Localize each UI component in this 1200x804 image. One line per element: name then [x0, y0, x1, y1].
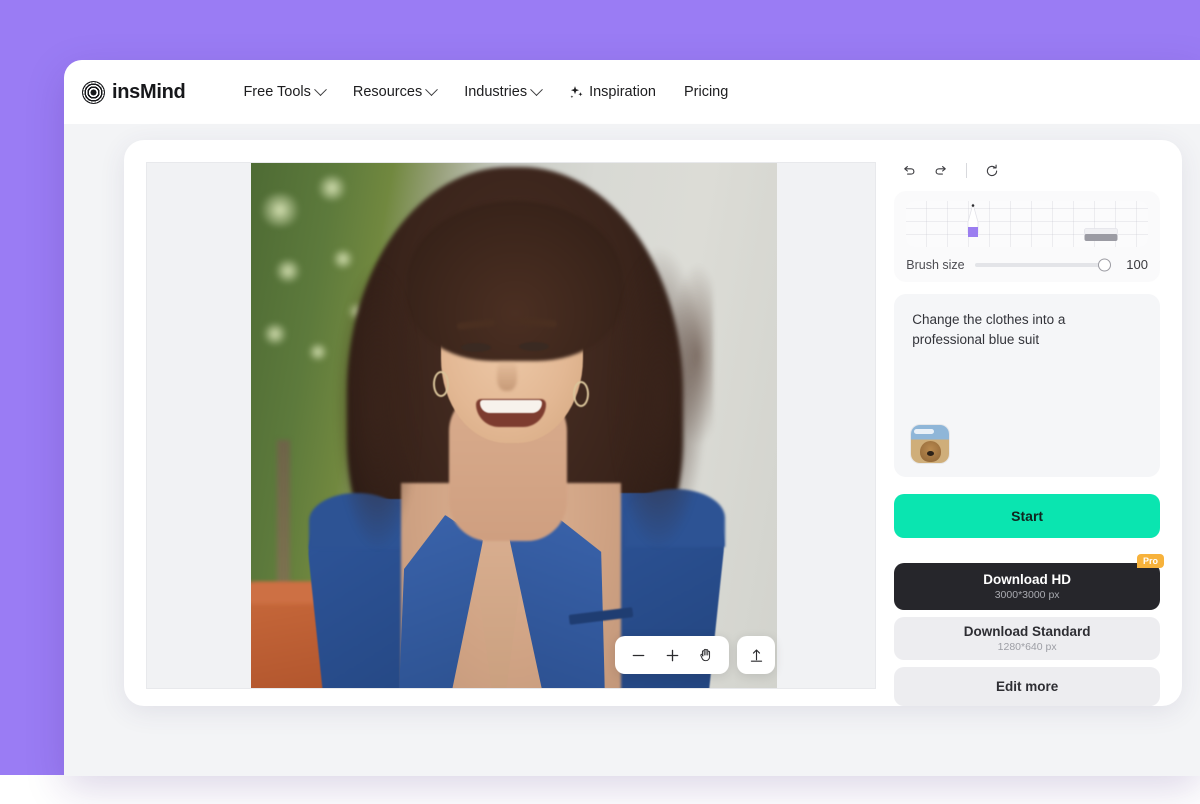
- toolbar-divider: [966, 163, 968, 179]
- nav-label: Pricing: [683, 84, 729, 100]
- chevron-down-icon: [314, 82, 327, 96]
- nav-label: Free Tools: [243, 84, 311, 100]
- brand-logo[interactable]: insMind: [82, 80, 186, 104]
- download-standard-size: 1280*640 px: [997, 640, 1057, 653]
- nav-item-free-tools[interactable]: Free Tools: [229, 76, 338, 108]
- page-root: insMind Free Tools Resources Industries: [0, 0, 1200, 804]
- zoom-controls: [615, 636, 730, 674]
- undo-icon[interactable]: [896, 158, 922, 184]
- canvas-toolbar: [615, 636, 776, 674]
- nav-item-industries[interactable]: Industries: [450, 76, 555, 108]
- prompt-text: Change the clothes into a professional b…: [912, 312, 1066, 347]
- plant-stem: [277, 440, 290, 590]
- brush-size-slider[interactable]: [974, 258, 1111, 272]
- tool-preview-strip: [906, 201, 1148, 248]
- nav-items: Free Tools Resources Industries Inspirat…: [229, 76, 742, 108]
- upload-arrow-icon[interactable]: [737, 636, 776, 674]
- edited-image[interactable]: [251, 163, 777, 688]
- nav-item-pricing[interactable]: Pricing: [670, 76, 742, 108]
- pro-badge: Pro: [1136, 553, 1164, 568]
- sparkle-icon: [570, 85, 583, 98]
- history-controls: [894, 154, 1160, 187]
- reference-image-thumbnail[interactable]: [911, 425, 950, 464]
- chevron-down-icon: [530, 82, 543, 96]
- edit-more-button[interactable]: Edit more: [894, 666, 1160, 706]
- brand-name: insMind: [112, 80, 186, 103]
- chevron-down-icon: [425, 82, 439, 96]
- download-hd-label: Download HD: [983, 571, 1071, 587]
- canvas-area[interactable]: [146, 162, 877, 689]
- minus-icon[interactable]: [621, 638, 655, 672]
- bottom-white-strip: [0, 775, 1200, 804]
- hand-icon[interactable]: [689, 638, 723, 672]
- brush-settings-card: Brush size 100: [894, 191, 1160, 283]
- download-hd-size: 3000*3000 px: [994, 588, 1060, 601]
- nav-item-inspiration[interactable]: Inspiration: [555, 76, 670, 108]
- plus-icon[interactable]: [655, 638, 689, 672]
- top-navigation-bar: insMind Free Tools Resources Industries: [64, 60, 1200, 124]
- brush-size-label: Brush size: [906, 257, 965, 272]
- start-button[interactable]: Start: [894, 494, 1160, 538]
- download-standard-button[interactable]: Download Standard 1280*640 px: [894, 616, 1160, 660]
- download-hd-button[interactable]: Pro Download HD 3000*3000 px: [894, 553, 1164, 610]
- eraser-icon[interactable]: [1084, 228, 1119, 242]
- concentric-circles-icon: [82, 80, 105, 104]
- brush-size-slider-row: Brush size 100: [906, 257, 1148, 272]
- thumbnail-cloud: [914, 429, 935, 435]
- brush-pen-icon[interactable]: [963, 203, 983, 245]
- browser-window: insMind Free Tools Resources Industries: [64, 60, 1200, 776]
- nav-label: Inspiration: [589, 84, 656, 100]
- bokeh-light: [257, 193, 303, 227]
- right-control-panel: Brush size 100 Change the clothes into a…: [894, 154, 1164, 706]
- reset-icon[interactable]: [979, 158, 1005, 184]
- nav-item-resources[interactable]: Resources: [339, 76, 450, 108]
- nav-label: Industries: [464, 84, 528, 100]
- slider-knob[interactable]: [1098, 258, 1111, 272]
- bokeh-light: [273, 259, 303, 283]
- redo-icon[interactable]: [928, 158, 954, 184]
- brush-size-value: 100: [1126, 257, 1148, 273]
- editor-card: Brush size 100 Change the clothes into a…: [124, 140, 1182, 706]
- hair-strands: [323, 183, 713, 613]
- prompt-input-box[interactable]: Change the clothes into a professional b…: [894, 294, 1160, 478]
- bokeh-light: [261, 323, 289, 345]
- nav-label: Resources: [352, 84, 423, 100]
- download-standard-label: Download Standard: [963, 623, 1091, 639]
